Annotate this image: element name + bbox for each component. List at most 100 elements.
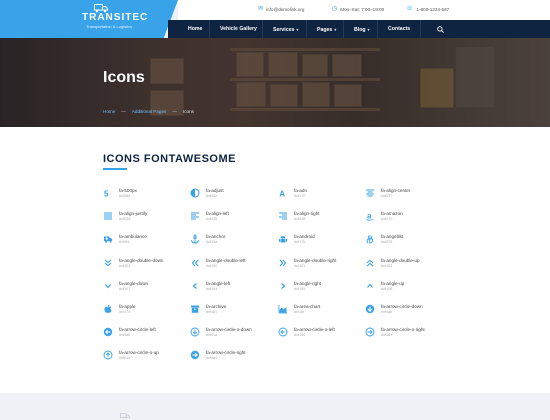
chevron-down-icon: ▾ — [334, 27, 337, 32]
nav-item-vehicle-gallery[interactable]: Vehicle Gallery — [220, 20, 257, 39]
icon-unicode: #xf1fe — [294, 310, 305, 314]
icon-unicode: #xf209 — [381, 240, 393, 245]
icon-item: fa-arrow-circle-o-left #xf190 — [278, 327, 366, 347]
icon-class-name: fa-align-center — [381, 188, 411, 193]
icon-class-name: fa-apple — [119, 304, 136, 309]
nav-item-pages[interactable]: Pages ▾ — [317, 20, 336, 39]
align-left-icon — [191, 212, 199, 220]
adjust-icon — [190, 188, 200, 198]
ambulance-icon — [104, 236, 113, 244]
icon-item: fa-arrow-circle-o-up #xf01b — [103, 350, 191, 370]
icon-item: fa-adjust #xf042 — [190, 188, 278, 208]
icon-item: fa-align-center #xf037 — [365, 188, 453, 208]
icon-item: fa-angle-left #xf104 — [190, 281, 278, 301]
breadcrumb-additional-pages[interactable]: Additional Pages — [132, 109, 166, 114]
icon-unicode: #xf01a — [206, 333, 218, 338]
icon-item: fa-archive #xf187 — [190, 304, 278, 324]
apple-icon — [104, 304, 112, 313]
icon-item: fa-angle-double-down #xf103 — [103, 258, 191, 278]
icon-class-name: fa-angle-right — [294, 280, 322, 286]
android-icon — [279, 236, 287, 243]
hours-info: ◷ Mon–Sat: 7:00–19:00 — [332, 6, 384, 12]
icon-unicode: #xf0ab — [381, 310, 393, 314]
email-info[interactable]: ✉ info@demolink.org — [258, 6, 304, 12]
icon-item: fa-arrow-circle-left #xf0a8 — [103, 327, 191, 347]
icon-unicode: #xf0f9 — [119, 240, 130, 245]
icon-item: fa-angellist #xf209 — [365, 234, 453, 254]
nav-item-home[interactable]: Home — [188, 20, 202, 39]
hours-text: Mon–Sat: 7:00–19:00 — [340, 6, 385, 12]
icon-unicode: #xf039 — [119, 217, 131, 222]
nav-divider — [306, 20, 307, 39]
icon-class-name: fa-anchor — [206, 234, 226, 240]
search-icon[interactable] — [437, 26, 444, 33]
icon-class-name: fa-arrow-circle-o-down — [206, 327, 252, 333]
page: TRANSITEC Transportation & Logistics ✉ i… — [0, 0, 550, 420]
arrow-circle-down-icon — [365, 304, 375, 314]
icon-unicode: #xf102 — [381, 263, 393, 268]
hero-overlay — [0, 38, 550, 127]
nav-item-services[interactable]: Services ▾ — [273, 20, 298, 39]
icon-item: fa-arrow-circle-o-right #xf18e — [365, 327, 453, 347]
icon-unicode: #xf104 — [206, 286, 218, 291]
nav-item-blog[interactable]: Blog ▾ — [354, 20, 370, 39]
top-bar: ✉ info@demolink.org ◷ Mon–Sat: 7:00–19:0… — [178, 0, 550, 20]
icon-unicode: #xf170 — [294, 194, 306, 198]
icon-unicode: #xf037 — [381, 194, 393, 198]
icon-class-name: fa-amazon — [381, 211, 403, 217]
phone-info[interactable]: ☏ 1-800-1234-567 — [406, 6, 449, 12]
breadcrumb-home[interactable]: Home — [103, 109, 115, 114]
breadcrumb-current: Icons — [182, 109, 194, 114]
adn-icon: A — [279, 190, 285, 199]
icon-item: fa-angle-double-left #xf100 — [190, 258, 278, 278]
icon-unicode: #xf106 — [381, 286, 393, 291]
icon-item: fa-arrow-circle-right #xf0a9 — [190, 350, 278, 370]
icon-item: fa-align-left #xf036 — [190, 211, 278, 231]
icon-class-name: fa-500px — [119, 188, 137, 193]
icon-item: 5 fa-500px #xf26e — [103, 188, 191, 208]
icon-unicode: #xf13d — [206, 240, 218, 245]
icon-unicode: #xf190 — [294, 333, 306, 338]
icon-unicode: #xf036 — [206, 217, 218, 222]
nav-divider — [420, 20, 421, 39]
truck-icon — [120, 413, 130, 418]
angle-double-left-icon — [191, 259, 199, 266]
clock-icon: ◷ — [332, 6, 338, 12]
icon-class-name: fa-arrow-circle-down — [381, 304, 423, 309]
icon-item: Afa-adn #xf170 — [278, 188, 366, 208]
nav-label: Pages — [317, 27, 333, 33]
arrow-circle-o-right-icon — [365, 327, 375, 337]
icon-class-name: fa-angle-down — [119, 280, 149, 286]
angle-double-down-icon — [104, 259, 112, 266]
breadcrumb: Home — Additional Pages — Icons — [103, 109, 194, 114]
icon-class-name: fa-angellist — [381, 234, 404, 240]
nav-item-contacts[interactable]: Contacts — [388, 20, 410, 39]
logo-block[interactable]: TRANSITEC Transportation & Logistics — [0, 0, 178, 38]
breadcrumb-separator: — — [121, 109, 126, 114]
breadcrumb-separator: — — [172, 109, 177, 114]
icon-item: fa-ambulance #xf0f9 — [103, 234, 191, 254]
icon-class-name: fa-align-left — [206, 211, 229, 217]
logo-subtitle: Transportation & Logistics — [86, 24, 133, 29]
main-content: ICONS FONTAWESOME 5 fa-500px #xf26e fa-adju… — [0, 127, 550, 393]
icon-class-name: fa-adn — [294, 188, 308, 193]
icon-class-name: fa-angle-double-down — [119, 257, 164, 263]
svg-text:A: A — [279, 190, 285, 199]
page-title: Icons — [103, 69, 145, 86]
main-nav: Home Vehicle Gallery Services ▾ Pages ▾ Bl… — [168, 20, 550, 39]
icon-unicode: #xf18e — [381, 333, 393, 338]
icon-class-name: fa-area-chart — [294, 304, 321, 309]
500px-icon: 5 — [104, 190, 109, 199]
icon-unicode: #xf270 — [381, 217, 393, 222]
icon-item: fa-align-justify #xf039 — [103, 211, 191, 231]
icon-item: fa-arrow-circle-o-down #xf01a — [190, 327, 278, 347]
section-title: ICONS FONTAWESOME — [103, 153, 236, 165]
icon-class-name: fa-arrow-circle-o-right — [381, 327, 425, 333]
icon-unicode: #xf187 — [206, 310, 218, 314]
arrow-circle-left-icon — [103, 327, 113, 337]
icon-class-name: fa-angle-double-right — [294, 257, 337, 263]
icon-item: a fa-amazon #xf270 — [365, 211, 453, 231]
nav-divider — [377, 20, 378, 39]
icon-unicode: #xf103 — [119, 263, 131, 268]
nav-label: Home — [188, 26, 203, 32]
